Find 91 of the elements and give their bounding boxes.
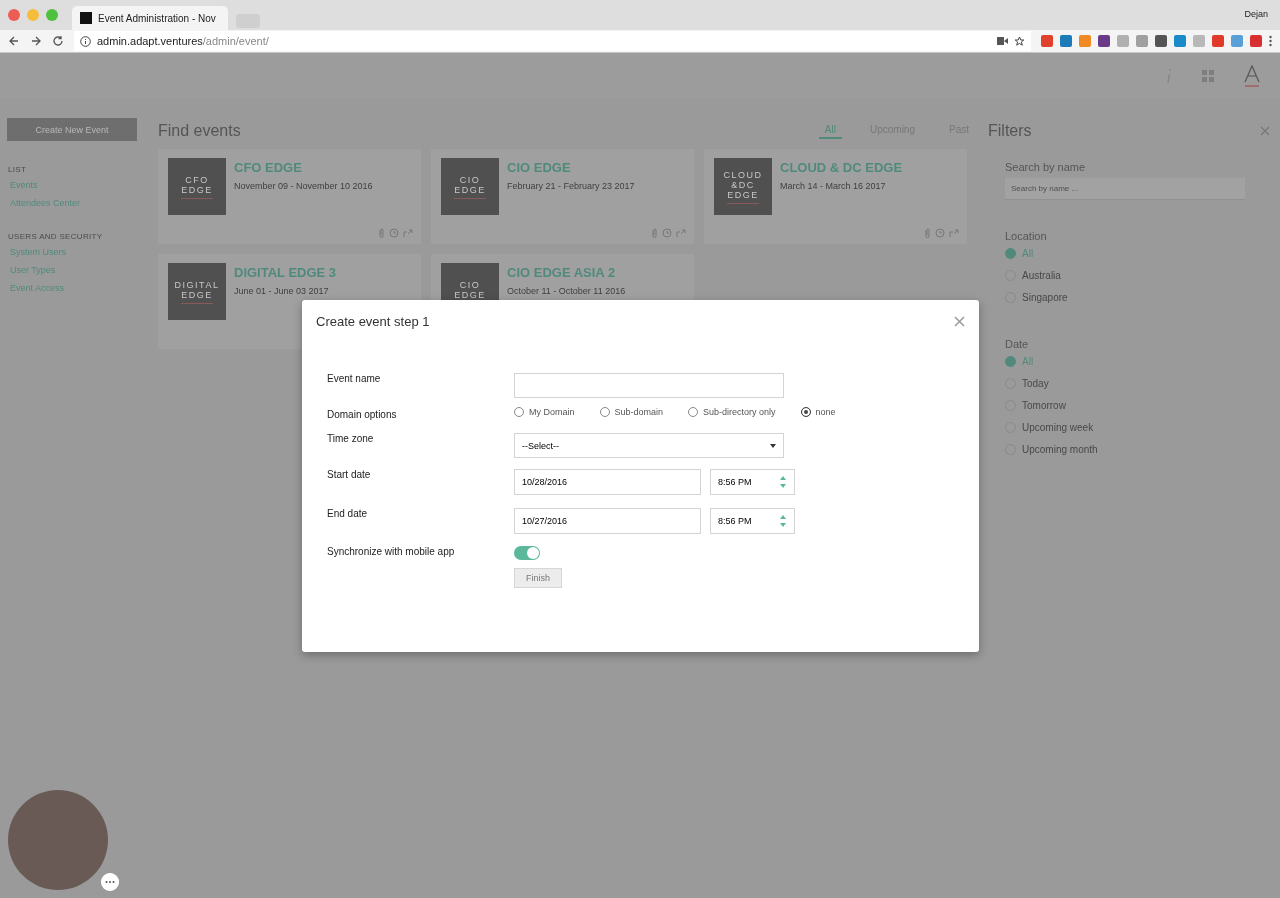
time-field[interactable]: 8:56 PM <box>710 508 795 534</box>
radio-icon[interactable] <box>688 407 699 417</box>
field-label: Domain options <box>327 408 398 422</box>
close-icon[interactable] <box>954 316 965 327</box>
page-title: Find events <box>158 121 242 140</box>
extension-icon[interactable] <box>1250 35 1262 47</box>
close-icon[interactable] <box>1260 125 1270 136</box>
radio-icon[interactable] <box>800 407 811 417</box>
back-icon[interactable] <box>8 35 20 47</box>
event-card[interactable]: CIO EDGE CIO EDGE February 21 - February 23 2017 <box>431 149 694 244</box>
time-zone-dropdown[interactable]: --Select-- <box>514 433 784 458</box>
share-icon[interactable] <box>949 228 959 238</box>
camera-icon[interactable] <box>997 37 1008 45</box>
radio-option[interactable]: Singapore <box>1005 286 1270 308</box>
menu-icon[interactable] <box>1269 35 1272 47</box>
radio-option[interactable]: Today <box>1005 372 1270 394</box>
more-icon[interactable] <box>101 873 119 891</box>
radio-option[interactable]: Australia <box>1005 264 1270 286</box>
search-field[interactable]: Search by name ... <box>1005 178 1245 200</box>
clock-icon[interactable] <box>662 228 672 238</box>
clock-icon[interactable] <box>935 228 945 238</box>
share-icon[interactable] <box>676 228 686 238</box>
paperclip-icon[interactable] <box>651 228 658 238</box>
extension-icon[interactable] <box>1231 35 1243 47</box>
clock-icon[interactable] <box>389 228 399 238</box>
radio-option[interactable]: Upcoming month <box>1005 438 1270 460</box>
browser-tab[interactable]: Event Administration - Nov <box>72 6 228 30</box>
section-heading: LIST <box>8 165 28 174</box>
sync-toggle[interactable] <box>514 546 540 560</box>
field-label: End date <box>327 508 369 521</box>
spinner-icon <box>779 475 787 489</box>
info-icon <box>80 35 91 47</box>
event-dates: March 14 - March 16 2017 <box>780 181 887 191</box>
finish-button[interactable]: Finish <box>514 568 562 588</box>
radio-option[interactable]: Sub-directory only <box>688 407 776 417</box>
event-dates: November 09 - November 10 2016 <box>234 181 373 191</box>
event-logo: DIGITAL EDGE <box>168 263 226 320</box>
extension-icon[interactable] <box>1212 35 1224 47</box>
field-label: Synchronize with mobile app <box>327 546 456 559</box>
field-label: Time zone <box>327 433 375 446</box>
radio-option[interactable]: My Domain <box>514 407 575 417</box>
radio-option[interactable]: Tomorrow <box>1005 394 1270 416</box>
share-icon[interactable] <box>403 228 413 238</box>
event-logo: CLOUD &DC EDGE <box>714 158 772 215</box>
date-field[interactable]: 10/28/2016 <box>514 469 701 495</box>
spinner-icon <box>779 514 787 528</box>
profile-avatar-icon[interactable] <box>1244 64 1260 87</box>
event-dates: June 01 - June 03 2017 <box>234 286 330 296</box>
radio-option[interactable]: none <box>800 407 836 417</box>
minimize-window-button[interactable] <box>27 9 39 21</box>
extension-icon[interactable] <box>1174 35 1186 47</box>
close-window-button[interactable] <box>8 9 20 21</box>
extension-icon[interactable] <box>1136 35 1148 47</box>
paperclip-icon[interactable] <box>924 228 931 238</box>
group-label: Location <box>1005 230 1048 242</box>
event-dates: February 21 - February 23 2017 <box>507 181 635 191</box>
radio-option[interactable]: Sub-domain <box>599 407 664 417</box>
extension-icon[interactable] <box>1098 35 1110 47</box>
reload-icon[interactable] <box>52 35 64 47</box>
address-bar[interactable]: admin.adapt.ventures/admin/event/ <box>74 31 1031 51</box>
field-label: Event name <box>327 372 382 386</box>
radio-option[interactable]: Upcoming week <box>1005 416 1270 438</box>
extension-icon[interactable] <box>1060 35 1072 47</box>
extension-icon[interactable] <box>1155 35 1167 47</box>
event-logo: CFO EDGE <box>168 158 226 215</box>
profile-name[interactable]: Dejan <box>1244 9 1268 19</box>
radio-icon[interactable] <box>1005 355 1016 367</box>
event-card[interactable]: CFO EDGE CFO EDGE November 09 - November 10 2016 <box>158 149 421 244</box>
paperclip-icon[interactable] <box>378 228 385 238</box>
extension-icon[interactable] <box>1041 35 1053 47</box>
field-label: Start date <box>327 469 372 482</box>
radio-icon[interactable] <box>1005 247 1016 259</box>
grid-icon[interactable] <box>1202 69 1214 82</box>
star-icon[interactable] <box>1014 35 1025 47</box>
create-event-button[interactable]: Create New Event <box>7 118 137 141</box>
radio-icon[interactable] <box>599 407 610 417</box>
radio-icon[interactable] <box>514 407 524 417</box>
section-heading: USERS AND SECURITY <box>8 232 104 241</box>
field-label: Search by name <box>1005 161 1087 173</box>
event-card[interactable]: CLOUD &DC EDGE CLOUD & DC EDGE March 14 - March 16 2017 <box>704 149 967 244</box>
caret-icon <box>770 443 776 448</box>
forward-icon[interactable] <box>30 35 42 47</box>
event-dates: October 11 - October 11 2016 <box>507 286 626 296</box>
maximize-window-button[interactable] <box>46 9 58 21</box>
filters-title: Filters <box>988 121 1032 140</box>
group-label: Date <box>1005 338 1030 350</box>
date-field[interactable]: 10/27/2016 <box>514 508 701 534</box>
event-name-field[interactable] <box>514 372 784 398</box>
time-field[interactable]: 8:56 PM <box>710 469 795 495</box>
event-logo: CIO EDGE <box>441 158 499 215</box>
favicon-icon <box>80 12 92 24</box>
